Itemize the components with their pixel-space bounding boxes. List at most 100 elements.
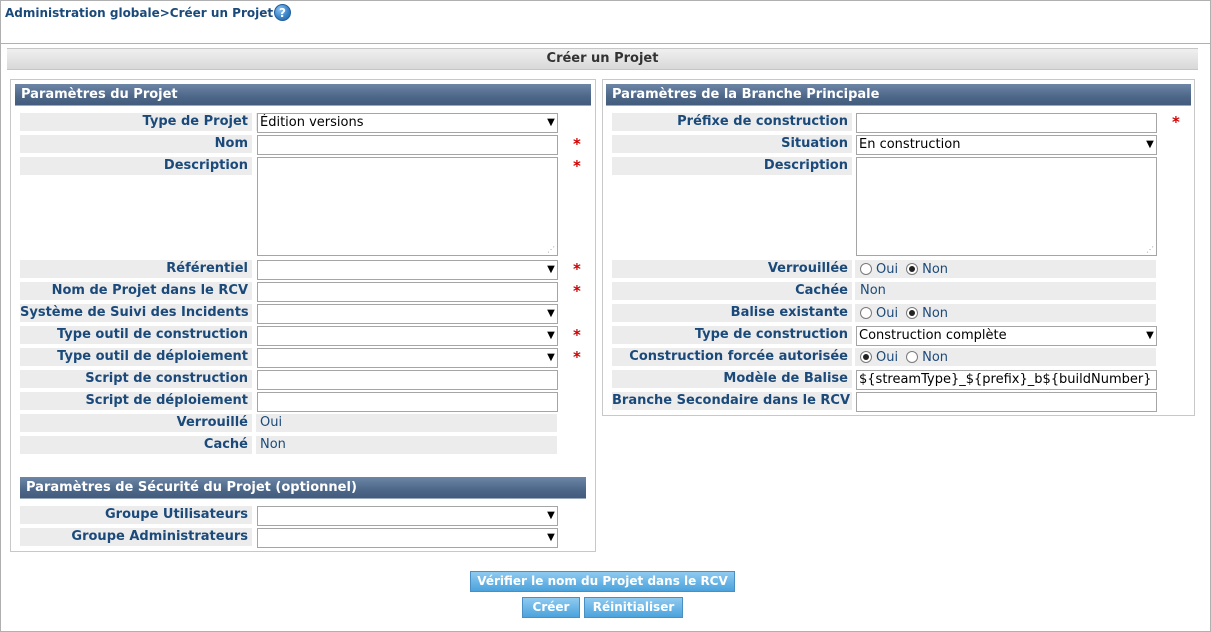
create-button[interactable]: Créer: [522, 597, 580, 618]
user-group-label: Groupe Utilisateurs: [20, 506, 252, 524]
row-rcv-name: Nom de Projet dans le RCV *: [20, 282, 590, 302]
existing-tag-radios: Oui Non: [860, 305, 956, 323]
tag-template-label: Modèle de Balise: [612, 370, 852, 388]
row-repository: Référentiel ▼ *: [20, 260, 590, 280]
tag-template-input[interactable]: ${streamType}_${prefix}_b${buildNumber}: [856, 370, 1157, 390]
hidden-label: Caché: [20, 436, 252, 454]
description-textarea[interactable]: ⋰: [257, 157, 558, 256]
forced-build-no-radio[interactable]: [906, 351, 919, 363]
rcv-name-label: Nom de Projet dans le RCV: [20, 282, 252, 300]
chevron-down-icon: ▼: [1146, 330, 1154, 341]
row-bg: [256, 414, 557, 432]
row-forced-build: Construction forcée autorisée Oui Non: [612, 348, 1192, 366]
radio-label: Non: [922, 350, 949, 365]
breadcrumb: Administration globale>Créer un Projet: [5, 6, 274, 20]
page-title: Créer un Projet: [7, 48, 1198, 70]
deploy-tool-select[interactable]: ▼: [257, 348, 558, 368]
verify-rcv-name-button[interactable]: Vérifier le nom du Projet dans le RCV: [470, 571, 735, 592]
deploy-script-label: Script de déploiement: [20, 392, 252, 410]
existing-tag-yes-radio[interactable]: [860, 307, 872, 319]
reset-button[interactable]: Réinitialiser: [584, 597, 683, 618]
row-status: Situation En construction ▼: [612, 135, 1192, 155]
chevron-down-icon: ▼: [1146, 139, 1154, 150]
row-bg: [256, 436, 557, 454]
radio-label: Oui: [876, 350, 899, 365]
chevron-down-icon: ▼: [547, 264, 555, 275]
status-label: Situation: [612, 135, 852, 153]
header-separator: [1, 43, 1210, 44]
branch-description-label: Description: [612, 157, 852, 175]
row-existing-tag: Balise existante Oui Non: [612, 304, 1192, 322]
required-marker: *: [573, 282, 581, 300]
deploy-script-input[interactable]: [257, 392, 558, 412]
name-label: Nom: [20, 135, 252, 153]
required-marker: *: [573, 260, 581, 278]
row-build-tool: Type outil de construction ▼ *: [20, 326, 590, 346]
branch-hidden-label: Cachée: [612, 282, 852, 300]
forced-build-label: Construction forcée autorisée: [612, 348, 852, 366]
admin-group-select[interactable]: ▼: [257, 528, 558, 548]
row-locked: Verrouillé Oui: [20, 414, 590, 432]
existing-tag-label: Balise existante: [612, 304, 852, 322]
issue-tracker-select[interactable]: ▼: [257, 304, 558, 324]
build-type-value: Construction complète: [859, 328, 1007, 343]
help-icon[interactable]: ?: [274, 4, 291, 21]
project-type-label: Type de Projet: [20, 113, 252, 131]
build-script-input[interactable]: [257, 370, 558, 390]
security-section-header: Paramètres de Sécurité du Projet (option…: [20, 477, 586, 499]
row-secondary-branch: Branche Secondaire dans le RCV: [612, 392, 1192, 412]
build-prefix-input[interactable]: [856, 113, 1157, 133]
deploy-tool-label: Type outil de déploiement: [20, 348, 252, 366]
name-input[interactable]: [257, 135, 558, 155]
description-label: Description: [20, 157, 252, 175]
chevron-down-icon: ▼: [547, 117, 555, 128]
chevron-down-icon: ▼: [547, 308, 555, 319]
branch-section-header: Paramètres de la Branche Principale: [606, 84, 1191, 106]
resize-grip-icon[interactable]: ⋰: [547, 246, 555, 254]
branch-locked-yes-radio[interactable]: [860, 263, 872, 275]
build-script-label: Script de construction: [20, 370, 252, 388]
repository-select[interactable]: ▼: [257, 260, 558, 280]
issue-tracker-label: Système de Suivi des Incidents: [20, 304, 252, 322]
existing-tag-no-radio[interactable]: [906, 307, 919, 319]
branch-panel: Paramètres de la Branche Principale Préf…: [602, 79, 1195, 416]
build-tool-label: Type outil de construction: [20, 326, 252, 344]
project-panel: Paramètres du Projet Type de Projet Édit…: [10, 79, 596, 552]
branch-locked-no-radio[interactable]: [906, 263, 919, 275]
row-deploy-script: Script de déploiement: [20, 392, 590, 412]
status-select[interactable]: En construction ▼: [856, 135, 1157, 155]
user-group-select[interactable]: ▼: [257, 506, 558, 526]
branch-description-textarea[interactable]: ⋰: [856, 157, 1157, 256]
row-bg: [855, 282, 1156, 300]
row-admin-group: Groupe Administrateurs ▼: [20, 528, 590, 548]
admin-group-label: Groupe Administrateurs: [20, 528, 252, 546]
required-marker: *: [573, 348, 581, 366]
chevron-down-icon: ▼: [547, 330, 555, 341]
required-marker: *: [1172, 113, 1180, 131]
project-type-select[interactable]: Édition versions ▼: [257, 113, 558, 133]
repository-label: Référentiel: [20, 260, 252, 278]
secondary-branch-input[interactable]: [856, 392, 1157, 412]
resize-grip-icon[interactable]: ⋰: [1146, 246, 1154, 254]
row-hidden: Caché Non: [20, 436, 590, 454]
row-build-prefix: Préfixe de construction *: [612, 113, 1192, 133]
build-tool-select[interactable]: ▼: [257, 326, 558, 346]
locked-value: Oui: [260, 415, 283, 430]
branch-locked-label: Verrouillée: [612, 260, 852, 278]
row-name: Nom *: [20, 135, 590, 155]
chevron-down-icon: ▼: [547, 510, 555, 521]
forced-build-yes-radio[interactable]: [860, 351, 872, 363]
row-user-group: Groupe Utilisateurs ▼: [20, 506, 590, 526]
required-marker: *: [573, 135, 581, 153]
required-marker: *: [573, 157, 581, 175]
row-build-script: Script de construction: [20, 370, 590, 390]
row-tag-template: Modèle de Balise ${streamType}_${prefix}…: [612, 370, 1192, 390]
radio-label: Oui: [876, 262, 899, 277]
row-project-type: Type de Projet Édition versions ▼: [20, 113, 560, 133]
row-issue-tracker: Système de Suivi des Incidents ▼: [20, 304, 590, 324]
rcv-name-input[interactable]: [257, 282, 558, 302]
build-type-select[interactable]: Construction complète ▼: [856, 326, 1157, 346]
required-marker: *: [573, 326, 581, 344]
branch-hidden-value: Non: [860, 283, 886, 298]
build-type-label: Type de construction: [612, 326, 852, 344]
